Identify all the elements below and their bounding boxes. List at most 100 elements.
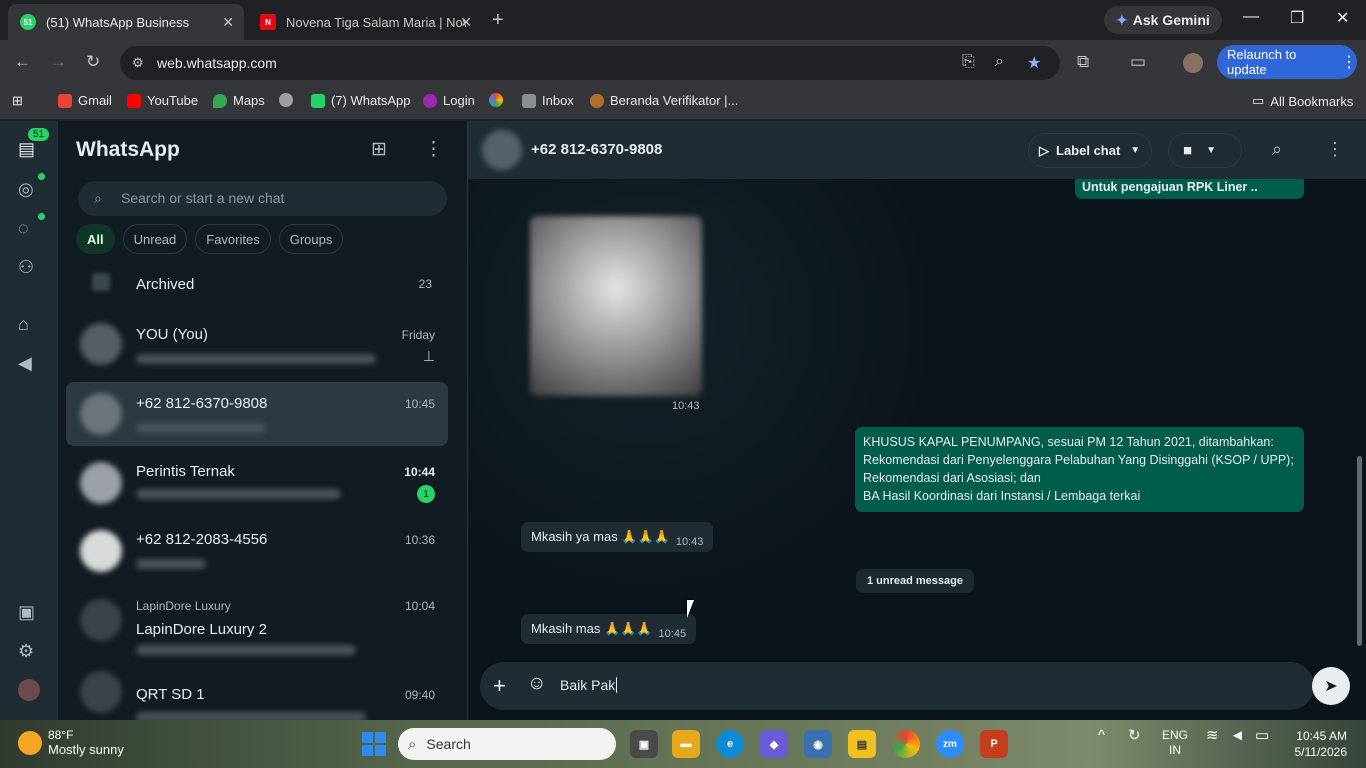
tab-title: (51) WhatsApp Business: [46, 14, 190, 30]
close-tab-icon[interactable]: ✕: [222, 14, 234, 31]
weather-widget[interactable]: 88°F Mostly sunny: [18, 728, 124, 757]
catalog-store-icon[interactable]: ⌂: [18, 314, 29, 335]
profile-avatar[interactable]: [18, 679, 40, 701]
youtube-icon: [127, 93, 141, 108]
powerpoint-icon[interactable]: P: [980, 730, 1008, 758]
settings-gear-icon[interactable]: ⚙: [18, 641, 34, 662]
conversation-header[interactable]: +62 812-6370-9808 ▷ Label chat ▼ ■ ▼ ⌕ ⋮: [468, 121, 1366, 179]
pin-icon: ⊥: [422, 348, 435, 364]
zoom-icon[interactable]: ⌕: [995, 53, 1004, 71]
chat-row[interactable]: LapinDore Luxury LapinDore Luxury 2 10:0…: [66, 588, 448, 660]
filter-all[interactable]: All: [76, 224, 115, 254]
advertise-icon[interactable]: ◀: [18, 353, 32, 374]
conversation-scrollbar[interactable]: [1357, 456, 1362, 646]
new-tab-button[interactable]: +: [492, 9, 504, 32]
chat-row[interactable]: Perintis Ternak 10:44 1: [66, 451, 448, 515]
chrome-icon[interactable]: [892, 730, 920, 758]
all-bookmarks[interactable]: ▭ All Bookmarks: [1252, 93, 1353, 109]
bookmark-maps[interactable]: Maps: [213, 93, 265, 108]
outgoing-message[interactable]: Untuk pengajuan RPK Liner ..: [1075, 179, 1304, 199]
battery-icon[interactable]: ▭: [1255, 728, 1269, 744]
sticky-notes-icon[interactable]: ▤: [848, 730, 876, 758]
site-info-icon[interactable]: ⚙: [132, 55, 144, 71]
relaunch-to-update-button[interactable]: Relaunch to update ⋮: [1217, 45, 1357, 79]
bookmark-youtube[interactable]: YouTube: [127, 93, 198, 108]
outgoing-message[interactable]: KHUSUS KAPAL PENUMPANG, sesuai PM 12 Tah…: [855, 427, 1304, 512]
show-hidden-icons-icon[interactable]: ^: [1098, 728, 1105, 744]
contact-name[interactable]: +62 812-6370-9808: [531, 141, 662, 158]
edge-browser-icon[interactable]: e: [716, 730, 744, 758]
contact-avatar[interactable]: [482, 130, 522, 170]
sticker-emoji-icon[interactable]: ☺: [527, 673, 546, 695]
bookmark-beranda[interactable]: Beranda Verifikator |...: [590, 93, 738, 108]
ask-gemini-button[interactable]: ✦ Ask Gemini: [1104, 6, 1222, 34]
volume-icon[interactable]: ◄: [1230, 728, 1245, 744]
minimize-icon[interactable]: —: [1243, 8, 1259, 26]
search-input[interactable]: ⌕ Search or start a new chat: [78, 181, 447, 216]
weather-temp: 88°F: [48, 728, 74, 742]
bookmark-star-icon[interactable]: ★: [1027, 53, 1041, 73]
zoom-app-icon[interactable]: zm: [936, 730, 964, 758]
more-menu-icon[interactable]: ⋮: [1341, 52, 1357, 72]
channels-icon[interactable]: ◌: [18, 218, 29, 239]
menu-icon[interactable]: ⋮: [1326, 139, 1344, 160]
image-message[interactable]: [530, 216, 702, 396]
profile-avatar[interactable]: [1183, 53, 1203, 73]
communities-icon[interactable]: ⚇: [18, 257, 34, 278]
message-line: BA Hasil Koordinasi dari Instansi / Lemb…: [863, 489, 1141, 503]
video-call-button[interactable]: ■ ▼: [1168, 133, 1242, 168]
menu-icon[interactable]: ⋮: [424, 138, 443, 161]
system-clock[interactable]: 10:45 AM 5/11/2026: [1285, 728, 1348, 760]
wifi-icon[interactable]: ≋: [1206, 728, 1219, 744]
bookmark-whatsapp[interactable]: (7) WhatsApp: [311, 93, 410, 108]
file-explorer-icon[interactable]: ▬: [672, 730, 700, 758]
chat-time: 10:36: [404, 533, 435, 547]
copilot-icon[interactable]: ◆: [760, 730, 788, 758]
message-input[interactable]: + ☺ Baik Pak: [480, 662, 1314, 710]
windows-start-icon[interactable]: [362, 732, 386, 756]
media-icon[interactable]: ▣: [18, 602, 35, 623]
chat-row[interactable]: QRT SD 1 09:40: [66, 660, 448, 720]
address-bar[interactable]: ⚙ web.whatsapp.com ⎘ ⌕ ★: [120, 46, 1060, 80]
search-icon[interactable]: ⌕: [1272, 139, 1282, 160]
close-tab-icon[interactable]: ✕: [460, 14, 472, 31]
forward-icon[interactable]: →: [50, 52, 67, 72]
install-app-icon[interactable]: ⎘: [962, 53, 975, 71]
bookmark-gmail[interactable]: Gmail: [58, 93, 112, 108]
chat-row[interactable]: YOU (You) Friday ⊥: [66, 312, 448, 376]
sync-icon[interactable]: ↻: [1128, 728, 1141, 744]
incoming-message[interactable]: Mkasih mas 🙏🙏🙏 10:45: [521, 614, 697, 644]
apps-grid-icon[interactable]: ⊞: [12, 93, 23, 109]
filter-favorites[interactable]: Favorites: [195, 224, 271, 254]
status-icon[interactable]: ◎: [18, 179, 34, 200]
close-window-icon[interactable]: ✕: [1336, 8, 1349, 28]
label-chat-button[interactable]: ▷ Label chat ▼: [1028, 133, 1152, 168]
status-dot: [38, 173, 45, 180]
chats-icon[interactable]: ▤: [18, 139, 35, 160]
reload-icon[interactable]: ↻: [86, 52, 100, 72]
beranda-icon: [590, 93, 604, 108]
task-view-icon[interactable]: ▣: [630, 730, 658, 758]
filter-groups[interactable]: Groups: [278, 224, 344, 254]
language-indicator[interactable]: ENG IN: [1162, 728, 1188, 758]
back-icon[interactable]: ←: [14, 52, 31, 72]
tab-novena[interactable]: N Novena Tiga Salam Maria | Nov ✕: [248, 4, 482, 40]
attach-plus-icon[interactable]: +: [493, 673, 506, 699]
chat-row[interactable]: +62 812-2083-4556 10:36: [66, 519, 448, 583]
bookmark-inbox[interactable]: Inbox: [522, 93, 574, 108]
tab-whatsapp-business[interactable]: 51 (51) WhatsApp Business ✕: [8, 4, 244, 40]
archived-row[interactable]: Archived 23: [66, 261, 448, 307]
bookmark-globe[interactable]: [279, 93, 299, 107]
bookmark-photos[interactable]: [489, 93, 509, 107]
send-button[interactable]: ➤: [1312, 667, 1350, 705]
chat-row[interactable]: +62 812-6370-9808 10:45: [66, 382, 448, 446]
new-chat-icon[interactable]: ⊞: [371, 138, 387, 161]
restore-icon[interactable]: ❐: [1290, 8, 1304, 28]
incoming-message[interactable]: Mkasih ya mas 🙏🙏🙏 10:43: [521, 522, 714, 552]
bookmark-login[interactable]: Login: [423, 93, 475, 108]
taskbar-search[interactable]: ⌕ Search: [398, 728, 616, 760]
filter-unread[interactable]: Unread: [122, 224, 188, 254]
extensions-icon[interactable]: ⧉: [1077, 52, 1089, 72]
camera-app-icon[interactable]: ◉: [804, 730, 832, 758]
tab-search-icon[interactable]: ▭: [1130, 52, 1146, 72]
